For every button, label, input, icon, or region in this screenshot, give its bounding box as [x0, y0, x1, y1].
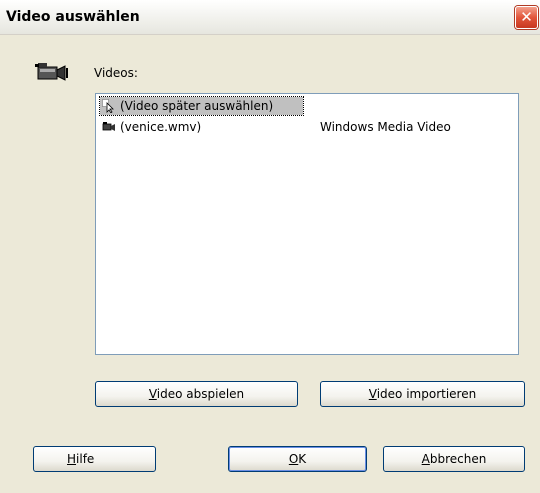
list-item-type: Windows Media Video [320, 120, 451, 134]
list-item[interactable]: (venice.wmv) Windows Media Video [100, 118, 510, 136]
close-button[interactable]: ✕ [515, 6, 538, 29]
play-video-button[interactable]: Video abspielen [95, 381, 298, 407]
video-camera-icon [35, 63, 68, 81]
ok-button[interactable]: OK [228, 446, 367, 472]
window-title: Video auswählen [6, 9, 140, 25]
videos-listbox[interactable]: (Video später auswählen) (venice.wmv) Wi… [95, 93, 519, 355]
import-video-button[interactable]: Video importieren [320, 381, 525, 407]
videos-label: Videos: [94, 66, 138, 80]
list-item-name: (Video später auswählen) [120, 99, 274, 113]
list-item-name: (venice.wmv) [120, 120, 202, 134]
cancel-button[interactable]: Abbrechen [383, 446, 525, 472]
list-item[interactable]: (Video später auswählen) [99, 96, 304, 116]
video-camera-small-icon [102, 122, 115, 131]
title-bar: Video auswählen ✕ [0, 0, 540, 35]
cursor-select-icon [102, 99, 114, 113]
close-icon: ✕ [520, 8, 533, 26]
help-button[interactable]: Hilfe [33, 446, 156, 472]
